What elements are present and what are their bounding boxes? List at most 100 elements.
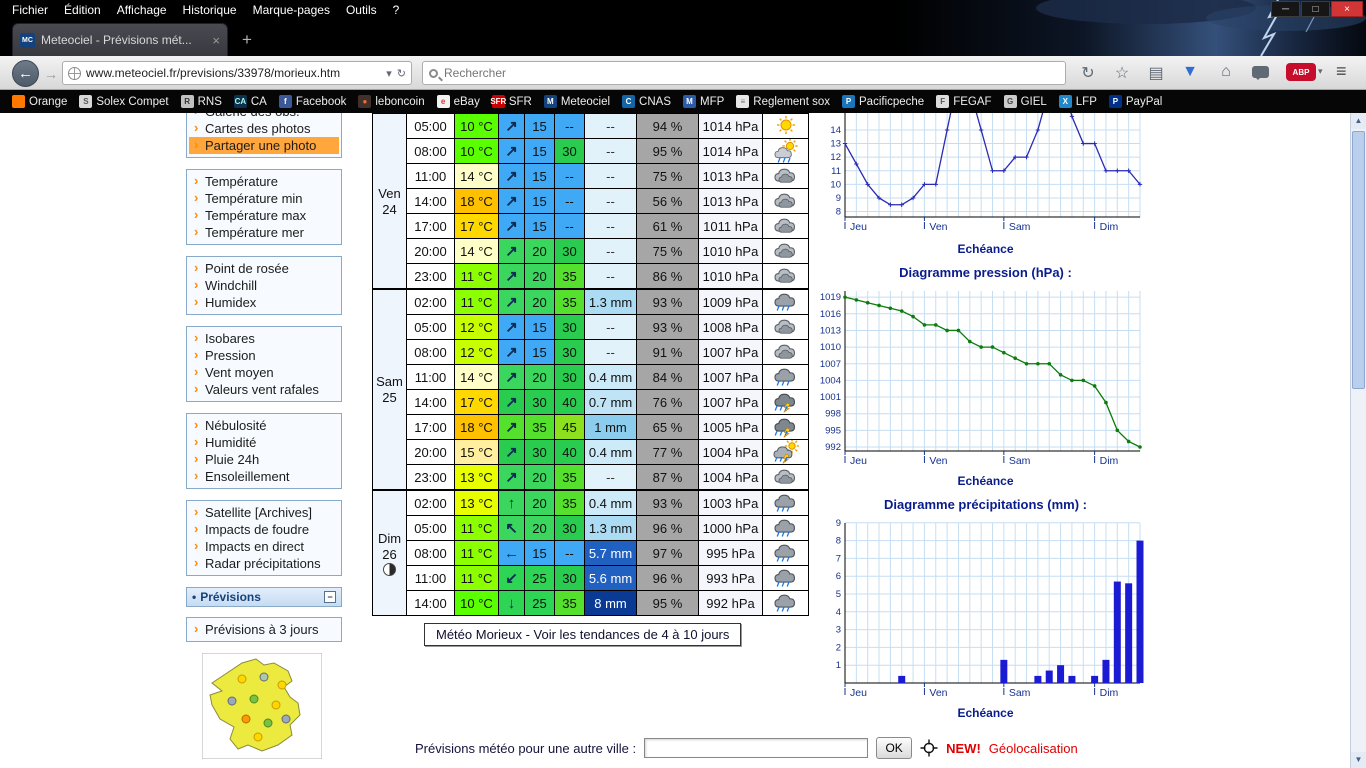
temperature-chart-plot: 891011121314JeuVenSamDim bbox=[818, 113, 1153, 237]
precipitation-chart-plot: 123456789JeuVenSamDim bbox=[818, 515, 1153, 701]
menu-item-4[interactable]: Marque-pages bbox=[245, 2, 338, 18]
sidebar-item[interactable]: ›Impacts en direct bbox=[189, 538, 339, 555]
section-bullet-icon: • bbox=[192, 590, 196, 604]
arrow-bullet-icon: › bbox=[194, 137, 198, 152]
url-dropdown-icon[interactable]: ▾ bbox=[386, 67, 392, 80]
weather-icon-suncloud bbox=[773, 139, 799, 163]
sidebar-item[interactable]: ›Pluie 24h bbox=[189, 451, 339, 468]
bookmark-item[interactable]: CA CA bbox=[228, 92, 273, 112]
sidebar-item[interactable]: ›Nébulosité bbox=[189, 417, 339, 434]
time-cell: 08:00 bbox=[407, 139, 455, 164]
bookmark-item[interactable]: ● leboncoin bbox=[352, 92, 430, 112]
adblock-dropdown-icon[interactable]: ▾ bbox=[1318, 66, 1323, 77]
url-bar[interactable]: www.meteociel.fr/previsions/33978/morieu… bbox=[62, 61, 412, 85]
sidebar-item[interactable]: ›Température bbox=[189, 173, 339, 190]
sidebar-item[interactable]: ›Prévisions à 3 jours bbox=[189, 621, 339, 638]
new-tab-button[interactable]: + bbox=[234, 29, 260, 53]
time-cell: 14:00 bbox=[407, 390, 455, 415]
bookmark-star-icon[interactable]: ☆ bbox=[1112, 63, 1132, 83]
france-forecast-map[interactable] bbox=[202, 653, 342, 764]
bookmark-item[interactable]: X LFP bbox=[1053, 92, 1103, 112]
collapse-icon[interactable]: − bbox=[324, 591, 336, 603]
ok-button[interactable]: OK bbox=[876, 737, 912, 759]
forward-button[interactable]: → bbox=[42, 65, 60, 83]
weather-icon-rain bbox=[773, 365, 799, 389]
chat-bubble-icon[interactable] bbox=[1252, 66, 1269, 78]
sidebar-item[interactable]: ›Vent moyen bbox=[189, 364, 339, 381]
sidebar-item[interactable]: ›Satellite [Archives] bbox=[189, 504, 339, 521]
minimize-button[interactable]: ─ bbox=[1271, 1, 1300, 17]
downloads-icon[interactable]: ▼ bbox=[1180, 63, 1200, 83]
humidity-cell: 96 % bbox=[637, 566, 699, 591]
sidebar-item[interactable]: ›Température max bbox=[189, 207, 339, 224]
svg-text:4: 4 bbox=[836, 607, 841, 618]
bookmark-item[interactable]: P Pacificpeche bbox=[836, 92, 930, 112]
sidebar-item[interactable]: ›Windchill bbox=[189, 277, 339, 294]
menu-item-3[interactable]: Historique bbox=[175, 2, 245, 18]
sidebar-item[interactable]: ›Pression bbox=[189, 347, 339, 364]
menu-item-5[interactable]: Outils bbox=[338, 2, 385, 18]
sidebar-item[interactable]: ›Ensoleillement bbox=[189, 468, 339, 485]
bookmark-item[interactable]: M Meteociel bbox=[538, 92, 616, 112]
home-icon[interactable]: ⌂ bbox=[1216, 63, 1236, 83]
sidebar-item[interactable]: ›Humidité bbox=[189, 434, 339, 451]
geolocation-link[interactable]: Géolocalisation bbox=[989, 741, 1078, 756]
menu-item-6[interactable]: ? bbox=[385, 2, 408, 18]
bookmark-item[interactable]: S Solex Compet bbox=[73, 92, 174, 112]
sidebar-item[interactable]: ›Valeurs vent rafales bbox=[189, 381, 339, 398]
sidebar-item[interactable]: ›Galerie des obs. bbox=[189, 113, 339, 120]
sidebar-item[interactable]: ›Température min bbox=[189, 190, 339, 207]
city-input[interactable] bbox=[644, 738, 868, 758]
bookmark-item[interactable]: C CNAS bbox=[616, 92, 677, 112]
sidebar: ›Galerie des obs.›Cartes des photos›Part… bbox=[186, 113, 342, 768]
sidebar-item[interactable]: ›Partager une photo bbox=[189, 137, 339, 154]
geolocation-crosshair-icon[interactable] bbox=[920, 739, 938, 757]
bookmarks-panel-icon[interactable]: ▤ bbox=[1146, 63, 1166, 83]
search-bar[interactable] bbox=[422, 61, 1066, 85]
history-icon[interactable]: ↻ bbox=[1078, 63, 1098, 83]
humidity-cell: 93 % bbox=[637, 491, 699, 516]
hamburger-menu-icon[interactable]: ≡ bbox=[1336, 61, 1347, 81]
close-button[interactable]: × bbox=[1331, 1, 1363, 17]
bookmark-item[interactable]: f Facebook bbox=[273, 92, 353, 112]
sidebar-item[interactable]: ›Isobares bbox=[189, 330, 339, 347]
menu-item-0[interactable]: Fichier bbox=[4, 2, 56, 18]
bookmark-item[interactable]: M MFP bbox=[677, 92, 730, 112]
maximize-button[interactable]: □ bbox=[1301, 1, 1330, 17]
weather-cell bbox=[763, 340, 809, 365]
tendances-link[interactable]: Météo Morieux - Voir les tendances de 4 … bbox=[424, 623, 741, 646]
menu-item-2[interactable]: Affichage bbox=[109, 2, 175, 18]
scrollbar-thumb[interactable] bbox=[1352, 131, 1365, 389]
sidebar-item[interactable]: ›Température mer bbox=[189, 224, 339, 241]
weather-icon-rain bbox=[773, 591, 799, 615]
bookmark-item[interactable]: F FEGAF bbox=[930, 92, 997, 112]
bookmark-item[interactable]: ≡ Reglement sox bbox=[730, 92, 836, 112]
bookmark-favicon-icon: ● bbox=[358, 95, 371, 108]
adblock-plus-icon[interactable]: ABP bbox=[1286, 63, 1316, 81]
sidebar-item[interactable]: ›Humidex bbox=[189, 294, 339, 311]
sidebar-item[interactable]: ›Impacts de foudre bbox=[189, 521, 339, 538]
sidebar-item[interactable]: ›Point de rosée bbox=[189, 260, 339, 277]
bookmark-item[interactable]: Orange bbox=[6, 92, 73, 112]
bookmark-item[interactable]: e eBay bbox=[431, 92, 486, 112]
bookmark-item[interactable]: G GIEL bbox=[998, 92, 1053, 112]
bookmark-item[interactable]: SFR SFR bbox=[486, 92, 538, 112]
scroll-down-icon[interactable]: ▼ bbox=[1351, 752, 1366, 768]
sidebar-group: ›Isobares›Pression›Vent moyen›Valeurs ve… bbox=[186, 326, 342, 402]
wind-speed-cell: 20 bbox=[525, 365, 555, 390]
browser-tab-active[interactable]: MC Meteociel - Prévisions mét... × bbox=[12, 23, 228, 56]
reload-icon[interactable]: ↻ bbox=[397, 67, 406, 80]
sidebar-item[interactable]: ›Radar précipitations bbox=[189, 555, 339, 572]
humidity-cell: 75 % bbox=[637, 239, 699, 264]
back-button[interactable]: ← bbox=[12, 60, 39, 87]
search-input[interactable] bbox=[444, 66, 1059, 80]
pressure-cell: 1013 hPa bbox=[699, 189, 763, 214]
scroll-up-icon[interactable]: ▲ bbox=[1351, 113, 1366, 129]
search-icon[interactable] bbox=[429, 69, 438, 78]
bookmark-item[interactable]: P PayPal bbox=[1103, 92, 1168, 112]
menu-item-1[interactable]: Édition bbox=[56, 2, 109, 18]
site-identity-globe-icon[interactable] bbox=[68, 67, 81, 80]
bookmark-item[interactable]: R RNS bbox=[175, 92, 228, 112]
tab-close-icon[interactable]: × bbox=[212, 34, 220, 47]
sidebar-item[interactable]: ›Cartes des photos bbox=[189, 120, 339, 137]
